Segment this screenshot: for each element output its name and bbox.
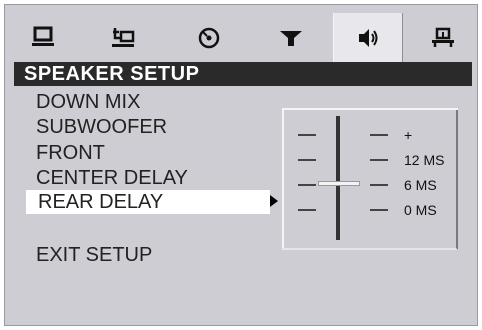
menu-item-down-mix[interactable]: DOWN MIX [36,90,140,114]
tab-video[interactable] [259,13,323,63]
tick-left-plus [298,134,316,136]
tick-right-plus [370,134,388,136]
delay-slider-knob[interactable] [318,181,360,186]
panel-highlight-left [282,108,284,248]
tab-monitor[interactable] [11,13,75,63]
menu-item-rear-delay[interactable]: REAR DELAY [26,190,270,214]
tab-bar [11,13,477,63]
delay-slider-track[interactable] [336,116,340,240]
page-title: SPEAKER SETUP [14,62,472,86]
tab-preferences[interactable] [411,13,475,63]
tick-left-6ms [298,184,316,186]
tab-speaker[interactable] [333,13,403,63]
video-settings-icon [280,31,302,46]
tick-left-12ms [298,159,316,161]
panel-highlight-top [282,108,458,110]
disc-icon [198,27,220,49]
scale-label-12ms: 12 MS [404,152,445,168]
scale-label-6ms: 6 MS [404,177,437,193]
submenu-arrow-icon [270,195,278,207]
tick-left-0ms [298,209,316,211]
tab-disc[interactable] [177,13,241,63]
scale-label-0ms: 0 MS [404,202,437,218]
menu-item-subwoofer[interactable]: SUBWOOFER [36,115,167,139]
speaker-icon [359,29,378,47]
preferences-icon [432,27,454,47]
menu-item-exit-setup[interactable]: EXIT SETUP [36,243,152,267]
menu-item-front[interactable]: FRONT [36,141,105,165]
scale-label-plus: + [404,127,413,143]
tab-language[interactable] [91,13,155,63]
language-setup-icon [112,28,135,47]
tick-right-12ms [370,159,388,161]
monitor-icon [32,26,54,46]
tick-right-0ms [370,209,388,211]
menu-item-center-delay[interactable]: CENTER DELAY [36,166,188,190]
tick-right-6ms [370,184,388,186]
